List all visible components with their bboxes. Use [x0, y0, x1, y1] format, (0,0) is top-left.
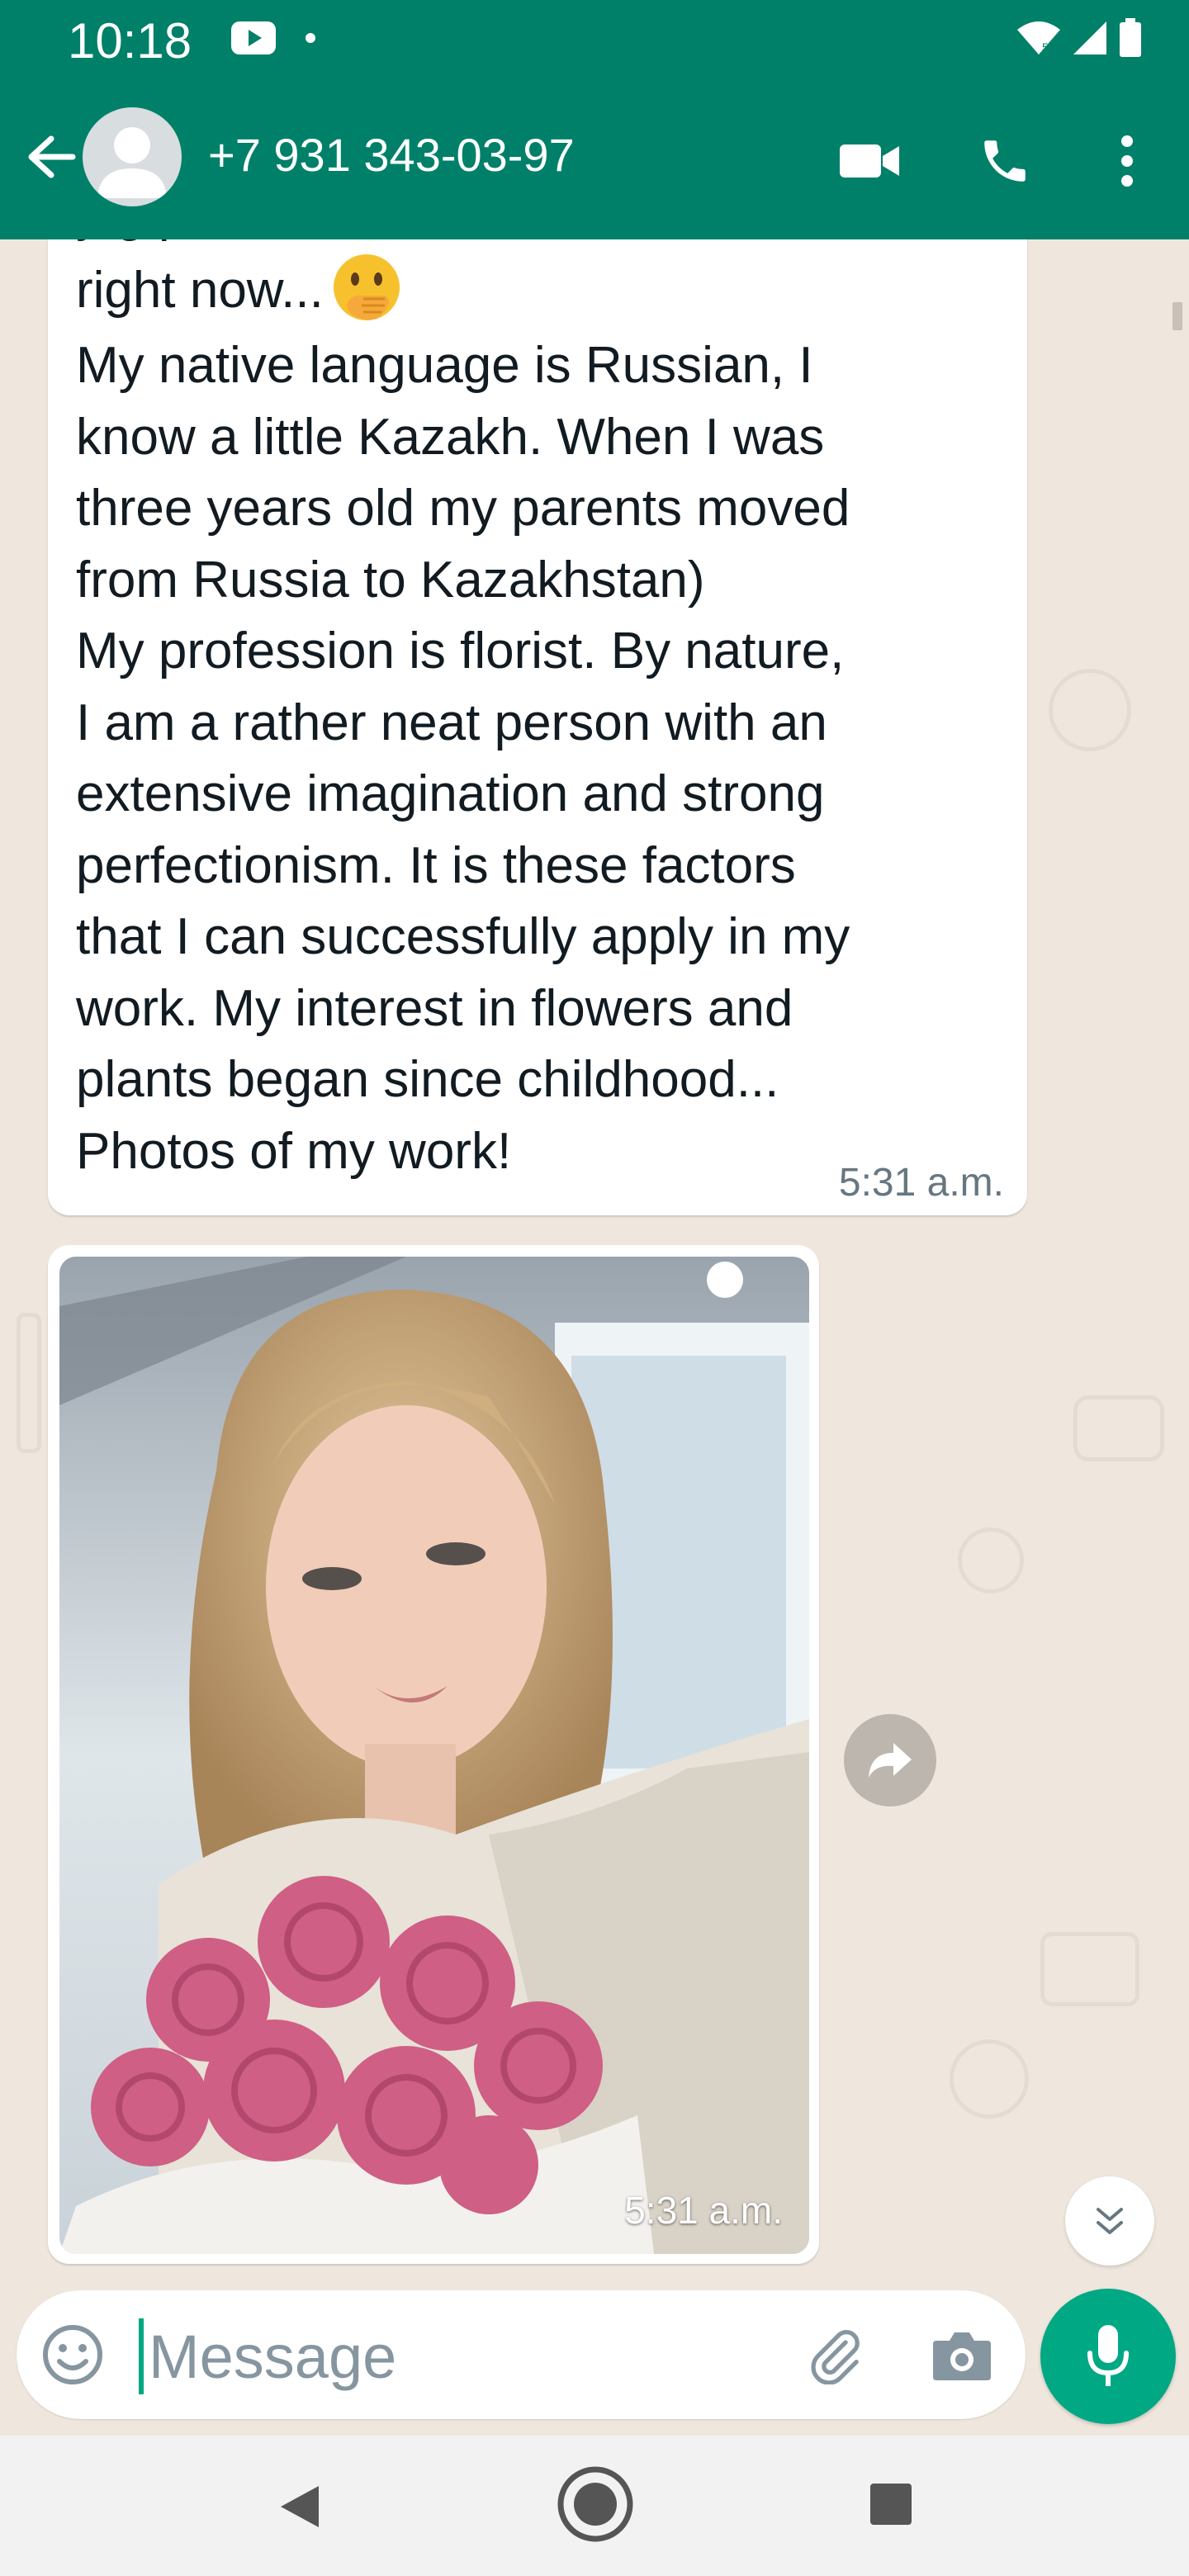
square-recents-icon	[870, 2484, 912, 2525]
more-vertical-icon	[1121, 135, 1133, 187]
wallpaper-doodle	[950, 2039, 1029, 2119]
forward-button[interactable]	[844, 1714, 936, 1807]
shared-photo[interactable]: 5:31 a.m.	[59, 1257, 809, 2254]
forward-icon	[869, 1743, 912, 1778]
message-bubble-text[interactable]: y g p right now... My native language is …	[48, 239, 1027, 1215]
dot-icon	[306, 33, 315, 43]
camera-icon	[933, 2332, 991, 2380]
wallpaper-doodle	[1040, 1932, 1139, 2006]
battery-icon	[1120, 18, 1141, 57]
face-with-hand-over-mouth-emoji-icon	[333, 254, 400, 320]
back-button[interactable]	[18, 124, 84, 190]
voice-message-button[interactable]	[1040, 2289, 1176, 2424]
nav-home-button[interactable]	[552, 2460, 639, 2548]
wallpaper-doodle	[17, 1313, 41, 1453]
video-call-icon	[840, 144, 899, 178]
app-header: 10:18 5 +7 931 343-03-97	[0, 0, 1189, 239]
youtube-notification-icon	[231, 21, 276, 54]
triangle-back-icon	[281, 2486, 319, 2527]
scrollbar-thumb[interactable]	[1172, 302, 1182, 330]
status-time: 10:18	[68, 13, 192, 69]
system-navigation-bar	[0, 2436, 1189, 2576]
message-partial-line: y g p	[76, 239, 187, 250]
wifi-icon: 5	[1017, 21, 1060, 54]
message-first-line: right now...	[76, 262, 324, 319]
double-chevron-down-icon	[1097, 2208, 1123, 2234]
wallpaper-doodle	[1073, 1395, 1164, 1461]
scroll-to-bottom-button[interactable]	[1065, 2176, 1154, 2266]
wallpaper-doodle	[1049, 669, 1131, 751]
status-notification-icons	[230, 20, 317, 56]
message-input[interactable]	[149, 2315, 776, 2398]
message-body-text: My native language is Russian, I know a …	[76, 337, 850, 1180]
chat-area[interactable]: y g p right now... My native language is …	[0, 239, 1189, 2436]
message-text: y g p right now... My native language is …	[76, 239, 1026, 1187]
attach-button[interactable]	[798, 2318, 872, 2393]
phone-icon	[984, 140, 1026, 182]
home-circle-icon	[557, 2466, 633, 2542]
default-avatar-icon	[97, 127, 167, 198]
voice-call-button[interactable]	[968, 124, 1042, 198]
video-call-button[interactable]	[832, 124, 907, 198]
svg-text:5: 5	[1042, 40, 1049, 54]
text-cursor	[139, 2318, 144, 2394]
nav-recents-button[interactable]	[854, 2467, 928, 2541]
message-input-bar	[17, 2290, 1026, 2419]
camera-button[interactable]	[925, 2318, 999, 2393]
paperclip-icon	[811, 2330, 860, 2384]
image-timestamp: 5:31 a.m.	[624, 2189, 783, 2232]
wallpaper-doodle	[958, 1527, 1024, 1593]
photo-woman-with-roses	[59, 1257, 809, 2254]
message-timestamp: 5:31 a.m.	[838, 1161, 1004, 1205]
microphone-icon	[1087, 2325, 1129, 2386]
avatar[interactable]	[83, 107, 182, 206]
emoji-button[interactable]	[38, 2320, 107, 2389]
more-options-button[interactable]	[1090, 124, 1164, 198]
status-system-icons: 5	[1016, 18, 1143, 58]
back-arrow-icon	[28, 135, 76, 178]
signal-icon	[1073, 21, 1106, 54]
contact-name[interactable]: +7 931 343-03-97	[208, 125, 575, 185]
emoji-smiley-icon	[43, 2325, 102, 2384]
nav-back-button[interactable]	[263, 2465, 337, 2548]
message-bubble-image[interactable]: 5:31 a.m.	[48, 1245, 819, 2264]
